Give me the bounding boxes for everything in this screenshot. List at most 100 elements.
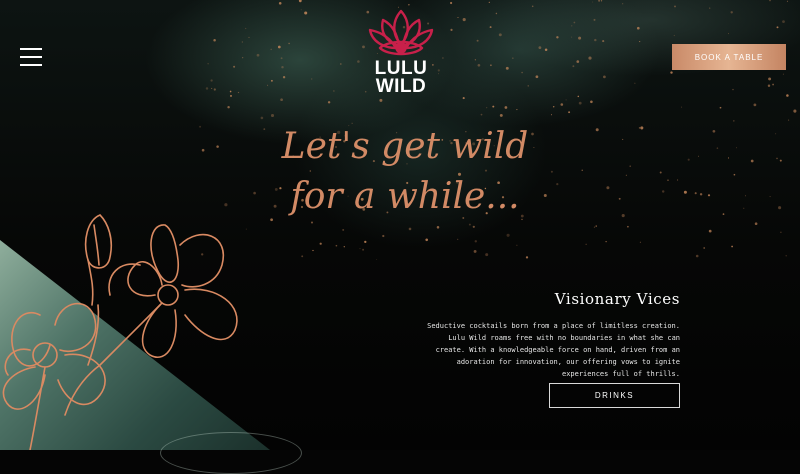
speckle bbox=[270, 113, 275, 118]
speckle bbox=[593, 18, 596, 21]
speckle bbox=[732, 120, 735, 122]
speckle bbox=[732, 88, 734, 91]
speckle bbox=[436, 226, 440, 229]
speckle bbox=[602, 40, 605, 43]
flower-illustration bbox=[2, 214, 238, 450]
speckle bbox=[298, 0, 302, 3]
section-description: Seductive cocktails born from a place of… bbox=[415, 320, 680, 380]
speckle bbox=[550, 114, 553, 116]
logo[interactable]: LULU WILD bbox=[355, 8, 447, 103]
book-a-table-button[interactable]: BOOK A TABLE bbox=[672, 44, 786, 70]
speckle bbox=[578, 101, 582, 105]
speckle bbox=[201, 148, 205, 152]
speckle bbox=[408, 227, 412, 231]
speckle bbox=[753, 103, 757, 107]
speckle bbox=[492, 105, 495, 108]
description-line: adoration for innovation, our offering v… bbox=[456, 358, 680, 366]
speckle bbox=[260, 116, 264, 120]
visionary-vices-section: Visionary Vices Seductive cocktails born… bbox=[415, 290, 680, 380]
speckle bbox=[490, 64, 492, 67]
speckle bbox=[312, 249, 314, 252]
speckle bbox=[779, 159, 782, 162]
speckle bbox=[339, 63, 342, 65]
speckle bbox=[674, 5, 676, 8]
speckle bbox=[205, 87, 209, 90]
speckle bbox=[727, 33, 730, 35]
speckle bbox=[425, 238, 429, 242]
speckle bbox=[595, 128, 599, 132]
speckle bbox=[476, 39, 479, 42]
speckle bbox=[450, 1, 453, 5]
hamburger-menu-button[interactable] bbox=[20, 48, 44, 66]
speckle bbox=[709, 7, 711, 9]
menu-line bbox=[20, 48, 42, 50]
speckle bbox=[572, 65, 575, 68]
tagline-line-2: for a while... bbox=[290, 176, 520, 217]
speckle bbox=[681, 106, 683, 108]
speckle bbox=[477, 63, 481, 67]
speckle bbox=[311, 78, 313, 80]
speckle bbox=[376, 259, 378, 261]
speckle bbox=[722, 213, 725, 215]
speckle bbox=[571, 36, 573, 38]
speckle bbox=[556, 182, 559, 186]
speckle bbox=[639, 241, 641, 243]
speckle bbox=[527, 85, 529, 87]
speckle bbox=[229, 90, 232, 93]
speckle bbox=[716, 147, 719, 149]
speckle bbox=[506, 233, 510, 237]
speckle bbox=[531, 5, 534, 8]
lotus-eye-icon bbox=[368, 9, 434, 56]
speckle bbox=[472, 225, 475, 228]
speckle bbox=[595, 225, 597, 227]
speckle bbox=[661, 190, 665, 193]
speckle bbox=[744, 195, 747, 197]
speckle bbox=[408, 4, 410, 6]
speckle bbox=[233, 65, 236, 68]
speckle bbox=[281, 65, 284, 69]
speckle bbox=[270, 79, 273, 82]
speckle bbox=[769, 0, 771, 2]
description-line: Lulu Wild roams free with no boundaries … bbox=[448, 334, 680, 342]
speckle bbox=[213, 88, 216, 91]
description-line: experiences full of thrills. bbox=[561, 370, 680, 378]
speckle bbox=[670, 71, 673, 74]
speckle bbox=[498, 33, 502, 37]
speckle bbox=[486, 107, 488, 109]
speckle bbox=[256, 53, 260, 57]
speckle bbox=[754, 222, 758, 225]
speckle bbox=[535, 75, 539, 79]
speckle bbox=[793, 109, 797, 113]
speckle bbox=[538, 46, 542, 50]
speckle bbox=[694, 192, 697, 195]
speckle bbox=[364, 240, 367, 244]
speckle bbox=[733, 173, 736, 176]
speckle bbox=[603, 75, 606, 79]
speckle bbox=[731, 245, 733, 248]
speckle bbox=[304, 11, 308, 15]
speckle bbox=[457, 238, 459, 240]
speckle bbox=[521, 71, 523, 74]
speckle bbox=[280, 57, 283, 60]
speckle bbox=[698, 155, 699, 157]
speckle bbox=[473, 249, 477, 253]
speckle bbox=[730, 11, 733, 14]
speckle bbox=[750, 159, 754, 163]
speckle bbox=[571, 25, 573, 27]
speckle bbox=[280, 98, 283, 102]
drinks-button[interactable]: DRINKS bbox=[549, 383, 680, 408]
description-line: Seductive cocktails born from a place of… bbox=[427, 322, 680, 330]
speckle bbox=[593, 226, 596, 228]
speckle bbox=[245, 27, 247, 30]
speckle bbox=[335, 244, 338, 247]
speckle bbox=[474, 59, 477, 61]
speckle bbox=[638, 127, 641, 129]
speckle bbox=[462, 97, 465, 100]
speckle bbox=[769, 196, 771, 198]
speckle bbox=[288, 42, 290, 45]
speckle bbox=[248, 36, 250, 38]
speckle bbox=[462, 18, 466, 22]
speckle bbox=[634, 82, 636, 84]
speckle bbox=[677, 179, 679, 181]
speckle bbox=[343, 246, 345, 248]
